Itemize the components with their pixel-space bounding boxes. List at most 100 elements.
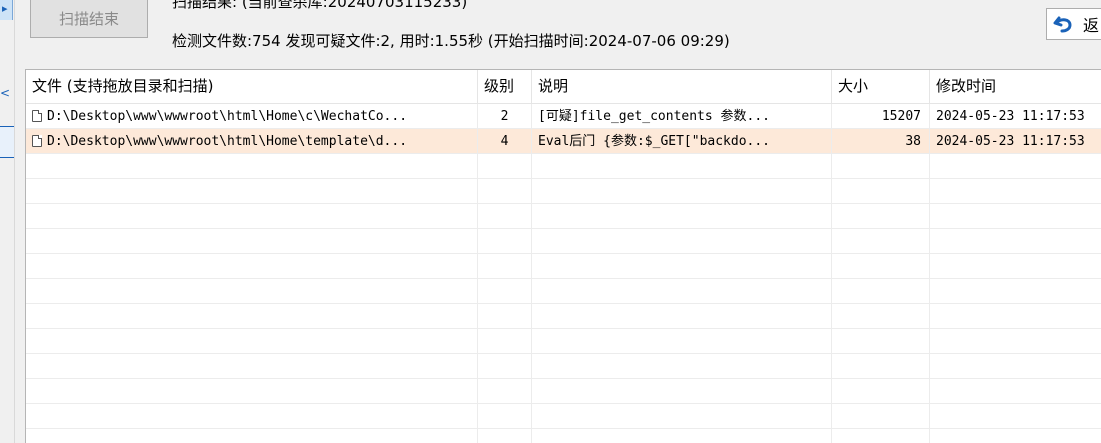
column-header-size[interactable]: 大小 <box>832 70 930 103</box>
file-path: D:\Desktop\www\wwwroot\html\Home\templat… <box>47 134 408 149</box>
cell-file <box>26 204 478 229</box>
empty-table-row <box>26 204 1101 229</box>
undo-arrow-icon <box>1053 13 1075 35</box>
cell-modified-time: 2024-05-23 11:17:53 <box>930 104 1101 129</box>
cell-modified-time <box>930 279 1101 304</box>
table-row[interactable]: D:\Desktop\www\wwwroot\html\Home\templat… <box>26 129 1101 154</box>
cell-file <box>26 179 478 204</box>
cell-size <box>832 429 930 443</box>
file-icon <box>32 135 42 147</box>
table-row[interactable]: D:\Desktop\www\wwwroot\html\Home\c\Wecha… <box>26 104 1101 129</box>
cell-description <box>532 229 832 254</box>
cell-size <box>832 354 930 379</box>
cell-size <box>832 179 930 204</box>
cell-level <box>478 279 532 304</box>
cell-description <box>532 429 832 443</box>
cell-modified-time <box>930 379 1101 404</box>
cell-file <box>26 279 478 304</box>
scan-results-table[interactable]: 文件 (支持拖放目录和扫描) 级别 说明 大小 修改时间 D:\Desktop\… <box>25 69 1101 443</box>
cell-modified-time <box>930 429 1101 443</box>
cell-file <box>26 229 478 254</box>
cell-description: Eval后门 {参数:$_GET["backdo... <box>532 129 832 154</box>
cell-level <box>478 179 532 204</box>
column-header-file[interactable]: 文件 (支持拖放目录和扫描) <box>26 70 478 103</box>
cell-file <box>26 154 478 179</box>
cell-size <box>832 204 930 229</box>
cell-modified-time <box>930 229 1101 254</box>
cell-file: D:\Desktop\www\wwwroot\html\Home\templat… <box>26 129 478 154</box>
column-header-level[interactable]: 级别 <box>478 70 532 103</box>
cell-file <box>26 379 478 404</box>
cell-size <box>832 404 930 429</box>
cell-file <box>26 329 478 354</box>
scan-result-summary: 检测文件数:754 发现可疑文件:2, 用时:1.55秒 (开始扫描时间:202… <box>172 32 730 50</box>
left-toolbar-button-fragment[interactable]: ▸ <box>0 0 13 20</box>
cell-modified-time <box>930 179 1101 204</box>
back-button-label: 返 <box>1083 16 1100 35</box>
cell-level <box>478 379 532 404</box>
table-header: 文件 (支持拖放目录和扫描) 级别 说明 大小 修改时间 <box>26 70 1101 104</box>
cell-modified-time <box>930 304 1101 329</box>
file-icon <box>32 110 42 122</box>
left-panel-edge: ▸ < <box>0 0 16 443</box>
empty-table-row <box>26 304 1101 329</box>
back-button[interactable]: 返 <box>1046 8 1101 40</box>
app-window: ▸ < 扫描结束 扫描结果: (当前查杀库:20240703115233) 检测… <box>0 0 1101 443</box>
cell-modified-time <box>930 204 1101 229</box>
cell-size <box>832 329 930 354</box>
empty-table-row <box>26 154 1101 179</box>
cell-file <box>26 354 478 379</box>
cell-level <box>478 429 532 443</box>
cell-size <box>832 279 930 304</box>
empty-table-row <box>26 379 1101 404</box>
left-item-fragment[interactable]: < <box>0 86 14 106</box>
empty-table-row <box>26 329 1101 354</box>
cell-modified-time <box>930 404 1101 429</box>
scan-end-button[interactable]: 扫描结束 <box>30 0 148 38</box>
cell-description <box>532 204 832 229</box>
cell-modified-time: 2024-05-23 11:17:53 <box>930 129 1101 154</box>
cell-file: D:\Desktop\www\wwwroot\html\Home\c\Wecha… <box>26 104 478 129</box>
cell-description <box>532 279 832 304</box>
cell-size: 38 <box>832 129 930 154</box>
left-selected-item-fragment[interactable] <box>0 126 15 158</box>
cell-level <box>478 329 532 354</box>
cell-file <box>26 404 478 429</box>
cell-size <box>832 229 930 254</box>
cell-level <box>478 204 532 229</box>
cell-description <box>532 354 832 379</box>
cell-description <box>532 254 832 279</box>
cell-modified-time <box>930 154 1101 179</box>
cell-description <box>532 404 832 429</box>
cell-modified-time <box>930 254 1101 279</box>
cell-level <box>478 154 532 179</box>
cell-description <box>532 329 832 354</box>
cell-level <box>478 404 532 429</box>
cell-file <box>26 429 478 443</box>
panel-divider <box>14 0 15 443</box>
cell-size <box>832 254 930 279</box>
cell-file <box>26 254 478 279</box>
column-header-modified-time[interactable]: 修改时间 <box>930 70 1101 103</box>
cell-description: [可疑]file_get_contents 参数... <box>532 104 832 129</box>
cell-level: 4 <box>478 129 532 154</box>
cell-description <box>532 154 832 179</box>
cell-size: 15207 <box>832 104 930 129</box>
cell-size <box>832 304 930 329</box>
empty-table-row <box>26 354 1101 379</box>
scan-result-header: 扫描结果: (当前查杀库:20240703115233) <box>172 0 468 11</box>
empty-table-row <box>26 179 1101 204</box>
cell-description <box>532 179 832 204</box>
cell-modified-time <box>930 329 1101 354</box>
cell-size <box>832 154 930 179</box>
cell-level <box>478 254 532 279</box>
cell-level <box>478 354 532 379</box>
column-header-description[interactable]: 说明 <box>532 70 832 103</box>
file-path: D:\Desktop\www\wwwroot\html\Home\c\Wecha… <box>47 109 408 124</box>
empty-table-row <box>26 279 1101 304</box>
empty-table-row <box>26 254 1101 279</box>
cell-file <box>26 304 478 329</box>
empty-table-row <box>26 404 1101 429</box>
empty-table-row <box>26 429 1101 443</box>
cell-size <box>832 379 930 404</box>
